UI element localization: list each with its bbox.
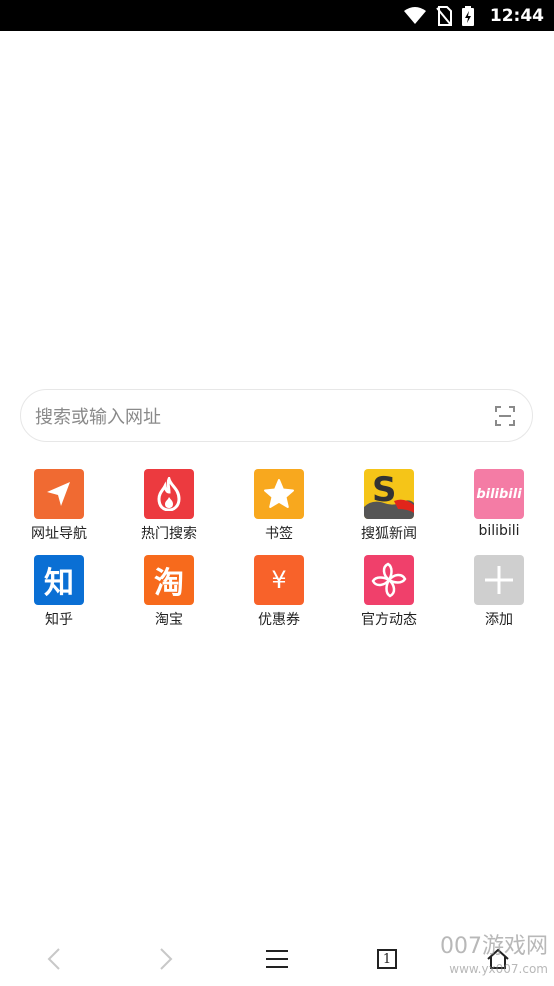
shortcut-label: 书签 [265, 526, 293, 542]
scan-icon[interactable] [494, 405, 516, 427]
tabs-icon: 1 [377, 949, 397, 969]
shortcut-bookmarks[interactable]: 书签 [224, 469, 334, 555]
plus-icon [474, 555, 524, 605]
shortcut-zhihu[interactable]: 知 知乎 [4, 555, 114, 641]
status-time: 12:44 [489, 5, 544, 26]
taobao-logo-text: 淘 [154, 566, 184, 601]
shortcut-label: 搜狐新闻 [361, 526, 417, 542]
status-icons: 12:44 [403, 5, 544, 26]
yen-icon: ¥ [254, 555, 304, 605]
shortcut-hot-search[interactable]: 热门搜索 [114, 469, 224, 555]
shortcut-grid: 网址导航 热门搜索 书签 S 搜狐新闻 bilibili bilibili 知 … [0, 469, 554, 641]
search-input[interactable]: 搜索或输入网址 [35, 403, 494, 429]
shortcut-official-updates[interactable]: 官方动态 [334, 555, 444, 641]
pinwheel-icon [364, 555, 414, 605]
back-button[interactable] [34, 942, 74, 976]
yen-symbol: ¥ [271, 566, 287, 594]
search-bar[interactable]: 搜索或输入网址 [20, 389, 533, 442]
shortcut-coupons[interactable]: ¥ 优惠券 [224, 555, 334, 641]
battery-charging-icon [461, 5, 474, 26]
shortcut-row: 网址导航 热门搜索 书签 S 搜狐新闻 bilibili bilibili [0, 469, 554, 555]
shortcut-label: 知乎 [45, 612, 73, 628]
shortcut-label: 添加 [485, 612, 513, 628]
navigation-arrow-icon [34, 469, 84, 519]
bilibili-logo-text: bilibili [476, 486, 522, 502]
shortcut-sohu-news[interactable]: S 搜狐新闻 [334, 469, 444, 555]
tabs-button[interactable]: 1 [367, 942, 407, 976]
shortcut-row: 知 知乎 淘 淘宝 ¥ 优惠券 官方动态 添加 [0, 555, 554, 641]
forward-button[interactable] [146, 942, 186, 976]
flame-icon [144, 469, 194, 519]
wifi-icon [403, 6, 426, 24]
shortcut-label: 官方动态 [361, 612, 417, 628]
status-bar: 12:44 [0, 0, 554, 31]
svg-text:S: S [372, 470, 397, 510]
watermark-main: 007游戏网 [440, 934, 548, 959]
star-icon [254, 469, 304, 519]
bilibili-logo-icon: bilibili [474, 469, 524, 519]
shortcut-label: bilibili [478, 523, 520, 539]
shortcut-label: 热门搜索 [141, 526, 197, 542]
zhihu-logo-text: 知 [44, 566, 74, 601]
chevron-right-icon [160, 948, 173, 970]
shortcut-taobao[interactable]: 淘 淘宝 [114, 555, 224, 641]
shortcut-label: 淘宝 [155, 612, 183, 628]
chevron-left-icon [47, 948, 60, 970]
no-sim-icon [436, 5, 452, 26]
shortcut-add[interactable]: 添加 [444, 555, 554, 641]
shortcut-label: 优惠券 [258, 612, 300, 628]
zhihu-logo-icon: 知 [34, 555, 84, 605]
shortcut-bilibili[interactable]: bilibili bilibili [444, 469, 554, 555]
watermark: 007游戏网 www.yx007.com [440, 936, 548, 980]
menu-icon [266, 950, 288, 968]
menu-button[interactable] [257, 942, 297, 976]
watermark-sub: www.yx007.com [449, 962, 548, 976]
shortcut-url-navigation[interactable]: 网址导航 [4, 469, 114, 555]
taobao-logo-icon: 淘 [144, 555, 194, 605]
tabs-count: 1 [382, 951, 392, 967]
sohu-logo-icon: S [364, 469, 414, 519]
shortcut-label: 网址导航 [31, 526, 87, 542]
